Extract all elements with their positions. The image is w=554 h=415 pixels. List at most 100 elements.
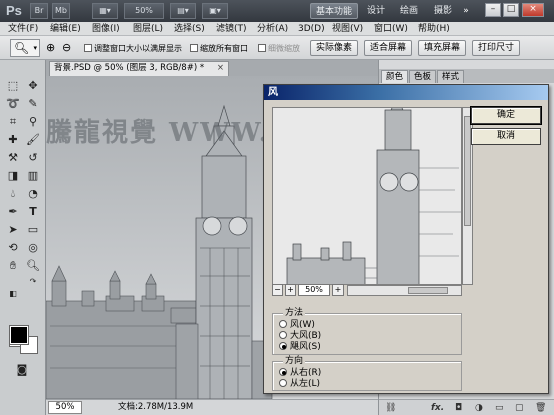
quick-selection-tool-icon[interactable]: ✎: [24, 96, 42, 112]
menu-edit[interactable]: 编辑(E): [50, 23, 81, 35]
layers-panel-footer: ⛓ fx. ◘ ◑ ▭ ▢ 🗑︎: [379, 399, 554, 415]
new-layer-icon[interactable]: ▢: [515, 402, 524, 414]
fill-screen-button[interactable]: 填充屏幕: [418, 40, 466, 56]
workspace-photography[interactable]: 摄影: [428, 3, 458, 19]
type-tool-icon[interactable]: T: [24, 204, 42, 220]
restore-button[interactable]: □: [503, 3, 519, 17]
3d-rotate-tool-icon[interactable]: ⟲: [4, 240, 22, 256]
preview-hscroll-thumb[interactable]: [408, 287, 448, 294]
options-bar: 🔍︎ ▾ ⊕ ⊖ 调整窗口大小以满屏显示 缩放所有窗口 细微缩放 实际像素 适合…: [0, 36, 554, 60]
document-tab-title: 背景.PSD @ 50% (图层 3, RGB/8#) *: [54, 63, 205, 73]
ok-button[interactable]: 确定: [470, 106, 542, 125]
tool-preset-picker[interactable]: 🔍︎ ▾: [10, 39, 40, 57]
hand-tool-icon[interactable]: ✋︎: [4, 258, 22, 274]
menu-help[interactable]: 帮助(H): [418, 23, 450, 35]
lasso-tool-icon[interactable]: ➰: [4, 96, 22, 112]
preview-zoom-in-button[interactable]: +: [285, 284, 296, 296]
method-blast-radio[interactable]: 大风(B): [279, 331, 321, 342]
mini-bridge-button[interactable]: Mb: [52, 3, 70, 19]
eyedropper-tool-icon[interactable]: ⚲: [24, 114, 42, 130]
fit-screen-button[interactable]: 适合屏幕: [364, 40, 412, 56]
method-wind-radio[interactable]: 风(W): [279, 320, 315, 331]
3d-orbit-tool-icon[interactable]: ◎: [24, 240, 42, 256]
menu-layer[interactable]: 图层(L): [133, 23, 163, 35]
preview-horizontal-scrollbar[interactable]: [347, 285, 462, 296]
tab-styles[interactable]: 样式: [437, 70, 465, 83]
scrubby-zoom-checkbox[interactable]: 细微缩放: [258, 43, 300, 54]
close-icon[interactable]: ×: [217, 62, 224, 75]
add-mask-icon[interactable]: ◘: [455, 402, 462, 414]
document-info[interactable]: 文档:2.78M/13.9M: [118, 400, 193, 415]
healing-brush-tool-icon[interactable]: ✚: [4, 132, 22, 148]
eraser-tool-icon[interactable]: ◨: [4, 168, 22, 184]
menu-analysis[interactable]: 分析(A): [257, 23, 288, 35]
zoom-all-windows-checkbox[interactable]: 缩放所有窗口: [190, 43, 248, 54]
actual-pixels-button[interactable]: 实际像素: [310, 40, 358, 56]
preview-zoom-plus-button[interactable]: +: [332, 284, 344, 296]
quick-mask-icon[interactable]: ◙: [13, 362, 31, 378]
cancel-button[interactable]: 取消: [471, 128, 541, 145]
history-brush-tool-icon[interactable]: ↺: [24, 150, 42, 166]
method-stagger-radio[interactable]: 飓风(S): [279, 342, 321, 353]
status-zoom-field[interactable]: 50%: [48, 401, 82, 414]
direction-from-right-radio[interactable]: 从右(R): [279, 368, 321, 379]
document-tab[interactable]: 背景.PSD @ 50% (图层 3, RGB/8#) * ×: [49, 61, 229, 76]
menu-view[interactable]: 视图(V): [332, 23, 363, 35]
path-selection-tool-icon[interactable]: ➤: [4, 222, 22, 238]
brush-tool-icon[interactable]: 🖌︎: [24, 132, 42, 148]
zoom-in-icon[interactable]: ⊕: [46, 42, 55, 54]
direction-group-title: 方向: [283, 356, 306, 367]
preview-zoom-out-button[interactable]: −: [272, 284, 283, 296]
more-workspaces-icon[interactable]: »: [460, 3, 472, 19]
tab-color[interactable]: 颜色: [381, 70, 409, 83]
new-group-icon[interactable]: ▭: [495, 402, 504, 414]
adjustment-layer-icon[interactable]: ◑: [475, 402, 483, 414]
close-button[interactable]: ×: [522, 3, 544, 17]
bridge-button[interactable]: Br: [30, 3, 48, 19]
preview-vscroll-thumb[interactable]: [464, 116, 471, 226]
pen-tool-icon[interactable]: ✒: [4, 204, 22, 220]
default-colors-icon[interactable]: ◧: [4, 286, 22, 302]
zoom-tool-icon: 🔍︎: [14, 41, 30, 55]
menu-filter[interactable]: 滤镜(T): [216, 23, 247, 35]
gradient-tool-icon[interactable]: ▥: [24, 168, 42, 184]
zoom-tool-icon[interactable]: 🔍︎: [24, 258, 42, 274]
tab-swatches[interactable]: 色板: [409, 70, 437, 83]
minimize-button[interactable]: –: [485, 3, 501, 17]
blur-tool-icon[interactable]: 💧︎: [4, 186, 22, 202]
menu-3d[interactable]: 3D(D): [298, 23, 325, 35]
link-layers-icon[interactable]: ⛓: [385, 402, 396, 414]
photoshop-logo: Ps: [6, 3, 22, 18]
wind-filter-dialog: 风 − + 50% + 确定 取消 方法 风(W) 大风(B) 飓风(S) 方向…: [263, 84, 549, 394]
menu-file[interactable]: 文件(F): [8, 23, 38, 35]
foreground-color-swatch-top[interactable]: [9, 325, 29, 345]
shape-tool-icon[interactable]: ▭: [24, 222, 42, 238]
workspace-essentials[interactable]: 基本功能: [310, 3, 358, 19]
move-tool-icon[interactable]: ✥: [24, 78, 42, 94]
method-group-title: 方法: [283, 308, 306, 319]
workspace-painting[interactable]: 绘画: [394, 3, 424, 19]
menu-bar: 文件(F) 编辑(E) 图像(I) 图层(L) 选择(S) 滤镜(T) 分析(A…: [0, 22, 554, 36]
layer-style-button[interactable]: fx.: [431, 402, 444, 414]
menu-select[interactable]: 选择(S): [174, 23, 205, 35]
menu-image[interactable]: 图像(I): [92, 23, 120, 35]
workspace-design[interactable]: 设计: [362, 3, 390, 19]
dodge-tool-icon[interactable]: ◔: [24, 186, 42, 202]
zoom-level-dropdown[interactable]: 50%: [124, 3, 164, 19]
print-size-button[interactable]: 打印尺寸: [472, 40, 520, 56]
document-tab-bar: 背景.PSD @ 50% (图层 3, RGB/8#) * ×: [46, 60, 378, 76]
arrange-documents-button[interactable]: ▤▾: [170, 3, 196, 19]
crop-tool-icon[interactable]: ⌗: [4, 114, 22, 130]
zoom-out-icon[interactable]: ⊖: [62, 42, 71, 54]
direction-from-left-radio[interactable]: 从左(L): [279, 379, 320, 390]
resize-windows-checkbox[interactable]: 调整窗口大小以满屏显示: [84, 43, 182, 54]
delete-layer-icon[interactable]: 🗑︎: [535, 402, 546, 414]
clone-stamp-tool-icon[interactable]: ⚒: [4, 150, 22, 166]
view-extras-button[interactable]: ▦▾: [92, 3, 118, 19]
preview-zoom-level: 50%: [298, 284, 330, 296]
swap-colors-icon[interactable]: ↷: [24, 274, 42, 290]
filter-preview[interactable]: [272, 107, 462, 285]
screen-mode-button[interactable]: ▣▾: [202, 3, 228, 19]
menu-window[interactable]: 窗口(W): [374, 23, 408, 35]
marquee-tool-icon[interactable]: ⬚: [4, 78, 22, 94]
